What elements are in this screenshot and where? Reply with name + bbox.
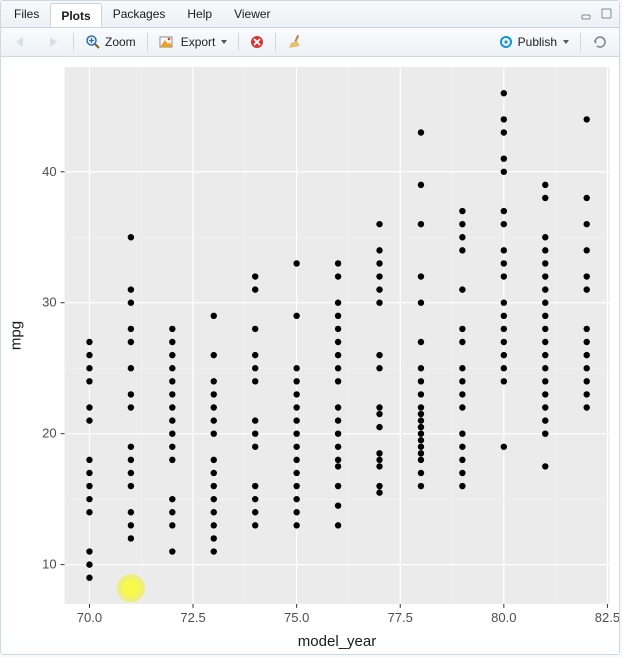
plot-forward-button[interactable] xyxy=(39,28,67,56)
toolbar-separator xyxy=(73,33,74,51)
svg-text:10: 10 xyxy=(42,557,56,572)
toolbar-separator xyxy=(238,33,239,51)
publish-icon xyxy=(498,34,514,50)
svg-text:model_year: model_year xyxy=(298,633,376,650)
svg-text:75.0: 75.0 xyxy=(284,610,309,625)
arrow-right-icon xyxy=(44,35,62,49)
svg-text:70.0: 70.0 xyxy=(77,610,102,625)
publish-label: Publish xyxy=(518,35,557,49)
toolbar-separator xyxy=(147,33,148,51)
clear-all-button[interactable] xyxy=(282,28,308,56)
zoom-icon xyxy=(85,34,101,50)
refresh-icon xyxy=(592,34,608,50)
tab-viewer[interactable]: Viewer xyxy=(223,2,281,26)
toolbar-separator xyxy=(275,33,276,51)
svg-text:82.5: 82.5 xyxy=(595,610,619,625)
maximize-icon[interactable] xyxy=(599,7,613,21)
export-icon xyxy=(159,35,177,49)
plots-panel: Files Plots Packages Help Viewer Zoom xyxy=(0,0,620,655)
caret-down-icon xyxy=(221,40,227,44)
tab-packages[interactable]: Packages xyxy=(102,2,177,26)
tab-files[interactable]: Files xyxy=(3,2,50,26)
svg-text:40: 40 xyxy=(42,164,56,179)
svg-text:mpg: mpg xyxy=(8,321,25,350)
export-label: Export xyxy=(181,35,216,49)
minimize-icon[interactable] xyxy=(581,7,595,21)
plots-toolbar: Zoom Export xyxy=(1,28,619,57)
remove-icon xyxy=(250,35,264,49)
broom-icon xyxy=(287,34,303,50)
zoom-label: Zoom xyxy=(105,35,136,49)
tab-help[interactable]: Help xyxy=(176,2,223,26)
tab-strip: Files Plots Packages Help Viewer xyxy=(1,1,619,28)
tab-plots[interactable]: Plots xyxy=(50,3,101,27)
svg-text:20: 20 xyxy=(42,426,56,441)
svg-text:80.0: 80.0 xyxy=(491,610,516,625)
remove-plot-button[interactable] xyxy=(245,28,269,56)
toolbar-separator xyxy=(580,33,581,51)
plot-back-button[interactable] xyxy=(7,28,35,56)
publish-button[interactable]: Publish xyxy=(493,28,574,56)
svg-text:72.5: 72.5 xyxy=(180,610,205,625)
plot-area[interactable]: 70.0 72.5 75.0 77.5 80.0 82.5 10 20 30 40 model_ye… xyxy=(1,57,619,654)
svg-text:77.5: 77.5 xyxy=(388,610,413,625)
caret-down-icon xyxy=(563,40,569,44)
scatter-plot: 70.0 72.5 75.0 77.5 80.0 82.5 10 20 30 40 model_ye… xyxy=(1,57,619,654)
svg-text:30: 30 xyxy=(42,295,56,310)
refresh-button[interactable] xyxy=(587,28,613,56)
zoom-button[interactable]: Zoom xyxy=(80,28,141,56)
arrow-left-icon xyxy=(12,35,30,49)
export-button[interactable]: Export xyxy=(154,28,233,56)
